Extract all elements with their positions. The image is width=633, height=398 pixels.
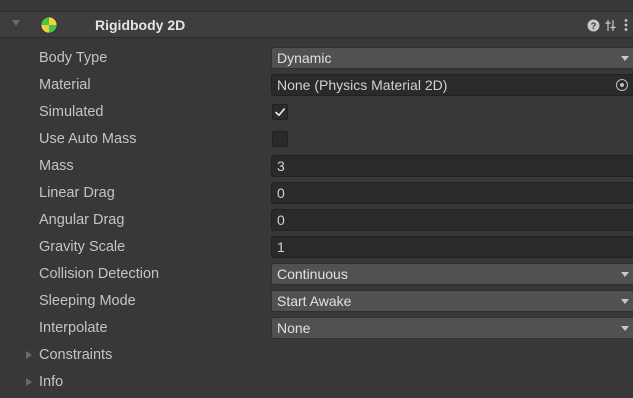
property-row-linear-drag: Linear Drag 0 bbox=[0, 180, 633, 206]
dropdown-arrow-icon bbox=[621, 56, 629, 61]
component-header[interactable]: Rigidbody 2D ? bbox=[0, 11, 633, 38]
help-icon[interactable]: ? bbox=[585, 16, 601, 34]
angular-drag-label[interactable]: Angular Drag bbox=[39, 207, 124, 233]
linear-drag-label[interactable]: Linear Drag bbox=[39, 180, 115, 206]
angular-drag-field[interactable]: 0 bbox=[271, 209, 633, 231]
property-row-use-auto-mass: Use Auto Mass bbox=[0, 126, 633, 152]
foldout-collapsed-icon[interactable] bbox=[26, 351, 32, 359]
simulated-checkbox[interactable] bbox=[272, 104, 288, 120]
interpolate-value: None bbox=[277, 320, 311, 336]
property-row-collision-detection: Collision Detection Continuous bbox=[0, 261, 633, 287]
constraints-label[interactable]: Constraints bbox=[39, 342, 112, 368]
dropdown-arrow-icon bbox=[621, 299, 629, 304]
collision-detection-label: Collision Detection bbox=[39, 266, 160, 282]
mass-field[interactable]: 3 bbox=[271, 155, 633, 177]
gravity-scale-label[interactable]: Gravity Scale bbox=[39, 234, 125, 260]
foldout-collapsed-icon[interactable] bbox=[26, 378, 32, 386]
checkmark-icon bbox=[275, 108, 286, 117]
component-title: Rigidbody 2D bbox=[95, 17, 186, 33]
preset-sliders-icon[interactable] bbox=[602, 16, 618, 34]
simulated-label: Simulated bbox=[39, 104, 104, 120]
use-auto-mass-label: Use Auto Mass bbox=[39, 131, 137, 147]
property-row-gravity-scale: Gravity Scale 1 bbox=[0, 234, 633, 260]
collision-detection-value: Continuous bbox=[277, 266, 348, 282]
sleeping-mode-dropdown[interactable]: Start Awake bbox=[271, 290, 633, 312]
info-label[interactable]: Info bbox=[39, 369, 63, 395]
body-type-label: Body Type bbox=[39, 50, 108, 66]
kebab-menu-icon[interactable] bbox=[618, 16, 633, 34]
property-row-material: Material None (Physics Material 2D) bbox=[0, 72, 633, 98]
material-label: Material bbox=[39, 77, 91, 93]
property-row-interpolate: Interpolate None bbox=[0, 315, 633, 341]
material-value: None (Physics Material 2D) bbox=[277, 77, 448, 93]
material-object-field[interactable]: None (Physics Material 2D) bbox=[271, 74, 633, 96]
collision-detection-dropdown[interactable]: Continuous bbox=[271, 263, 633, 285]
dropdown-arrow-icon bbox=[621, 272, 629, 277]
property-row-sleeping-mode: Sleeping Mode Start Awake bbox=[0, 288, 633, 314]
dropdown-arrow-icon bbox=[621, 326, 629, 331]
body-type-dropdown[interactable]: Dynamic bbox=[271, 47, 633, 69]
svg-text:?: ? bbox=[590, 21, 596, 31]
foldout-info[interactable]: Info bbox=[0, 369, 633, 395]
property-row-body-type: Body Type Dynamic bbox=[0, 45, 633, 71]
property-row-mass: Mass 3 bbox=[0, 153, 633, 179]
interpolate-dropdown[interactable]: None bbox=[271, 317, 633, 339]
mass-label[interactable]: Mass bbox=[39, 153, 74, 179]
sleeping-mode-value: Start Awake bbox=[277, 293, 352, 309]
foldout-constraints[interactable]: Constraints bbox=[0, 342, 633, 368]
object-picker-icon[interactable] bbox=[616, 79, 628, 91]
gravity-scale-field[interactable]: 1 bbox=[271, 236, 633, 258]
body-type-value: Dynamic bbox=[277, 50, 332, 66]
inspector-panel: Rigidbody 2D ? Body Type Dynamic Materia… bbox=[0, 0, 633, 398]
use-auto-mass-checkbox[interactable] bbox=[272, 131, 288, 147]
rigidbody2d-icon bbox=[40, 16, 58, 34]
property-row-angular-drag: Angular Drag 0 bbox=[0, 207, 633, 233]
property-row-simulated: Simulated bbox=[0, 99, 633, 125]
linear-drag-field[interactable]: 0 bbox=[271, 182, 633, 204]
sleeping-mode-label: Sleeping Mode bbox=[39, 293, 136, 309]
interpolate-label: Interpolate bbox=[39, 320, 108, 336]
foldout-expanded-icon[interactable] bbox=[12, 20, 20, 26]
